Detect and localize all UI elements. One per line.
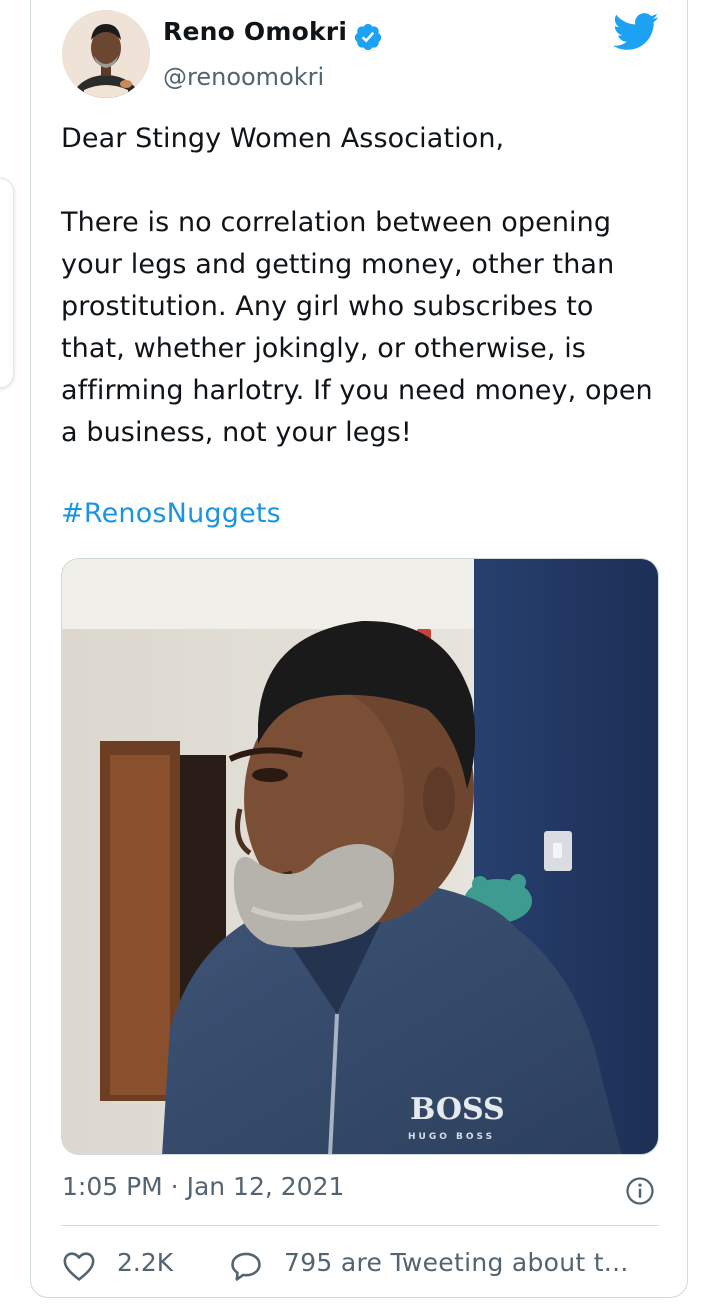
info-icon[interactable] [625,1176,655,1206]
adjacent-card-edge [0,178,14,388]
verified-badge-icon [354,23,382,51]
jacket-logo: BOSS [410,1092,505,1127]
tweet-photo[interactable]: BOSS HUGO BOSS [61,558,659,1155]
author-handle[interactable]: @renoomokri [163,63,324,91]
hashtag-link[interactable]: #RenosNuggets [61,498,281,529]
jacket-sublogo: HUGO BOSS [408,1132,495,1142]
tweet-timestamp[interactable]: 1:05 PM · Jan 12, 2021 [62,1172,344,1201]
tweeting-about-link[interactable]: 795 are Tweeting about t... [284,1248,629,1277]
tweet-text: Dear Stingy Women Association, There is … [61,123,653,448]
stats-divider [61,1225,659,1226]
likes-count[interactable]: 2.2K [117,1248,173,1277]
reply-icon[interactable] [229,1250,263,1282]
avatar[interactable] [62,10,150,98]
author-display-name[interactable]: Reno Omokri [163,17,347,46]
twitter-bird-icon[interactable] [613,12,659,52]
heart-icon[interactable] [62,1250,96,1282]
